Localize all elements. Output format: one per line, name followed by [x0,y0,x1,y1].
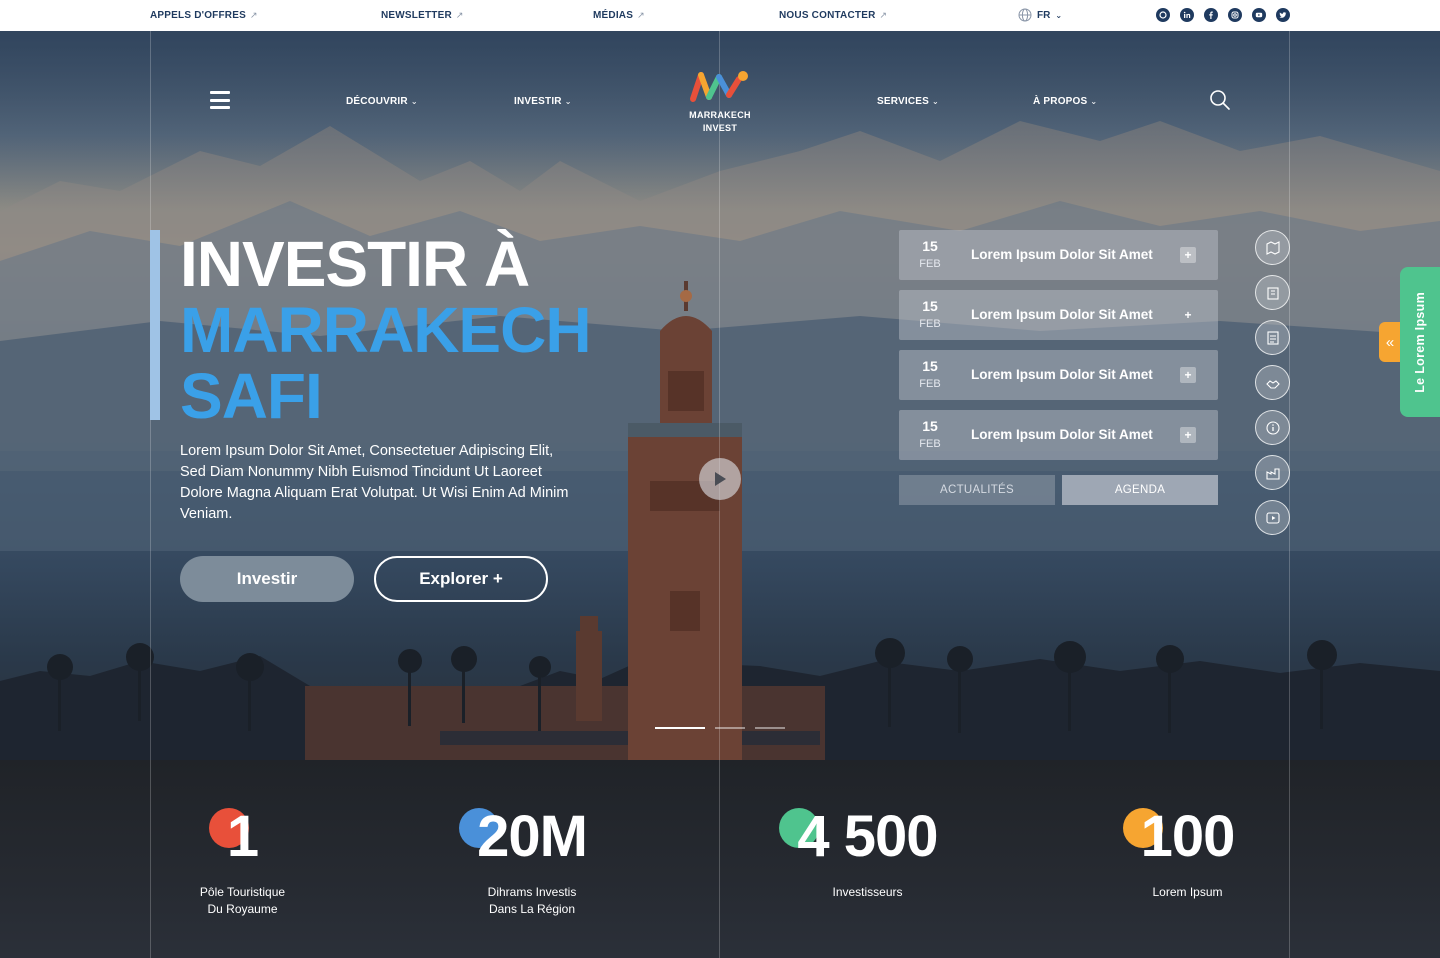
plus-icon[interactable]: + [1180,247,1196,263]
event-month: FEB [919,318,941,330]
link-medias[interactable]: MÉDIAS ↗ [593,10,645,21]
headline-line2: MARRAKECH [180,294,592,366]
headline-accent-bar [150,230,160,420]
plus-icon[interactable]: + [1180,307,1196,323]
tab-agenda[interactable]: AGENDA [1062,475,1218,505]
stat-item: 1 Pôle Touristique Du Royaume [170,760,315,918]
external-arrow-icon: ↗ [879,10,888,20]
video-icon[interactable] [1255,500,1290,535]
link-nous-contacter[interactable]: NOUS CONTACTER ↗ [779,10,887,21]
slide-dot[interactable] [715,727,745,729]
stat-item: 20M Dihrams Investis Dans La Région [452,760,612,918]
headline-line3: SAFI [180,360,323,432]
stat-label: Investisseurs [832,885,903,899]
language-code: FR [1037,9,1051,21]
slide-dot[interactable] [755,727,785,729]
play-video-button[interactable] [699,458,741,500]
event-day: 15 [922,298,938,314]
chevron-down-icon: ⌄ [1090,97,1098,106]
document-icon[interactable] [1255,320,1290,355]
globe-icon [1018,8,1032,22]
stat-value: 20M [477,804,588,869]
link-appels-offres[interactable]: APPELS D'OFFRES ↗ [150,10,258,21]
logo-line2: INVEST [702,123,738,133]
external-arrow-icon: ↗ [637,10,645,20]
external-arrow-icon: ↗ [249,10,258,20]
stat-item: 4 500 Investisseurs [775,760,960,901]
slider-pagination [655,727,785,729]
events-tabs: ACTUALITÉS AGENDA [899,475,1218,505]
event-month: FEB [919,258,941,270]
logo-line1: MARRAKECH [689,110,751,120]
nav-investir[interactable]: INVESTIR ⌄ [514,96,572,107]
event-title: Lorem Ipsum Dolor Sit Amet [971,307,1153,322]
hero-section: DÉCOUVRIR ⌄ INVESTIR ⌄ MARRAKECH INVEST … [0,31,1440,760]
chevron-down-icon: ⌄ [1055,10,1063,20]
events-list: 15 FEB Lorem Ipsum Dolor Sit Amet + 15 F… [899,230,1218,470]
event-day: 15 [922,418,938,434]
plus-icon[interactable]: + [1180,427,1196,443]
whatsapp-icon[interactable] [1156,8,1170,22]
twitter-icon[interactable] [1276,8,1290,22]
event-day: 15 [922,238,938,254]
hero-description: Lorem Ipsum Dolor Sit Amet, Consectetuer… [180,443,569,522]
search-icon[interactable] [1209,89,1231,111]
guide-line [150,0,151,958]
external-arrow-icon: ↗ [455,10,464,20]
event-card[interactable]: 15 FEB Lorem Ipsum Dolor Sit Amet + [899,410,1218,460]
instagram-icon[interactable] [1228,8,1242,22]
event-day: 15 [922,358,938,374]
nav-services[interactable]: SERVICES ⌄ [877,96,939,107]
stat-value: 4 500 [797,804,938,869]
stats-section: 1 Pôle Touristique Du Royaume 20M Dihrams… [0,760,1440,958]
link-newsletter[interactable]: NEWSLETTER ↗ [381,10,464,21]
marrakech-invest-logo[interactable]: MARRAKECH INVEST [680,69,760,134]
event-month: FEB [919,438,941,450]
nav-a-propos[interactable]: À PROPOS ⌄ [1033,96,1097,107]
language-selector[interactable]: FR ⌄ [1018,8,1062,22]
event-title: Lorem Ipsum Dolor Sit Amet [971,247,1153,262]
map-icon[interactable] [1255,230,1290,265]
event-card[interactable]: 15 FEB Lorem Ipsum Dolor Sit Amet + [899,290,1218,340]
investir-button[interactable]: Investir [180,556,354,602]
slide-dot[interactable] [655,727,705,729]
youtube-icon[interactable] [1252,8,1266,22]
top-utility-bar: APPELS D'OFFRES ↗ NEWSLETTER ↗ MÉDIAS ↗ … [0,0,1440,31]
hero-headline: INVESTIR À MARRAKECH SAFI [180,228,592,432]
event-title: Lorem Ipsum Dolor Sit Amet [971,427,1153,442]
side-panel-label: Le Lorem Ipsum [1413,291,1427,393]
factory-icon[interactable] [1255,455,1290,490]
headline-line1: INVESTIR À [180,228,530,300]
info-icon[interactable] [1255,410,1290,445]
event-card[interactable]: 15 FEB Lorem Ipsum Dolor Sit Amet + [899,230,1218,280]
menu-hamburger-icon[interactable] [210,91,230,109]
social-links [1156,8,1290,22]
chevron-down-icon: ⌄ [932,97,939,106]
event-month: FEB [919,378,941,390]
stat-label: Lorem Ipsum [1152,885,1223,899]
tab-actualites[interactable]: ACTUALITÉS [899,475,1055,505]
plus-icon[interactable]: + [1180,367,1196,383]
event-title: Lorem Ipsum Dolor Sit Amet [971,367,1153,382]
stat-value: 1 [226,804,259,869]
play-icon [715,472,726,486]
facebook-icon[interactable] [1204,8,1218,22]
nav-decouvrir[interactable]: DÉCOUVRIR ⌄ [346,96,418,107]
side-panel-tab[interactable]: Le Lorem Ipsum [1400,267,1440,417]
double-chevron-left-icon[interactable]: « [1379,322,1401,362]
event-card[interactable]: 15 FEB Lorem Ipsum Dolor Sit Amet + [899,350,1218,400]
stat-label: Pôle Touristique Du Royaume [199,885,286,916]
handshake-icon[interactable] [1255,365,1290,400]
chevron-down-icon: ⌄ [410,97,418,106]
linkedin-icon[interactable] [1180,8,1194,22]
building-icon[interactable] [1255,275,1290,310]
logo-mark-icon [690,71,748,102]
side-icon-column [1255,230,1290,545]
stat-value: 100 [1140,804,1236,869]
stat-item: 100 Lorem Ipsum [1120,760,1255,901]
explorer-button[interactable]: Explorer + [374,556,548,602]
stat-label: Dihrams Investis Dans La Région [487,885,577,916]
chevron-down-icon: ⌄ [564,97,572,106]
